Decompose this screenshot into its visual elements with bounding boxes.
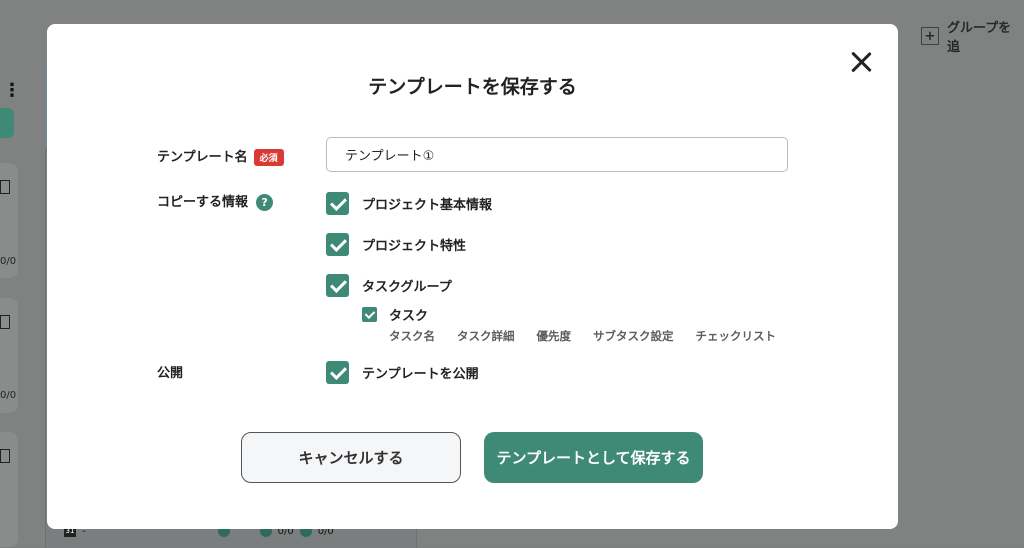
checkbox-project-traits[interactable] <box>326 233 349 256</box>
option-task-label: タスク <box>389 309 429 324</box>
checkbox-task[interactable] <box>362 307 377 322</box>
background-count: 0/0 <box>0 390 17 401</box>
plus-icon: + <box>921 27 939 45</box>
option-publish-label: テンプレートを公開 <box>362 367 479 382</box>
checkbox-project-basic[interactable] <box>326 192 349 215</box>
option-task-group[interactable]: タスクグループ <box>326 274 452 297</box>
trash-icon <box>0 315 10 329</box>
template-name-label-row: テンプレート名 必須 <box>157 146 284 166</box>
help-icon[interactable]: ? <box>256 194 274 211</box>
background-green-tab <box>0 108 14 138</box>
add-group-button[interactable]: + グループを追 <box>921 17 1024 55</box>
background-count: 0/0 <box>0 256 17 267</box>
trash-icon <box>0 449 10 463</box>
checkbox-publish[interactable] <box>326 361 349 384</box>
template-name-label: テンプレート名 <box>157 150 248 165</box>
publish-label: 公開 <box>157 366 184 381</box>
task-subitem: チェックリスト <box>695 329 777 343</box>
option-task[interactable]: タスク <box>362 305 428 324</box>
add-group-label: グループを追 <box>946 21 1012 55</box>
task-subitem: サブタスク設定 <box>593 329 674 343</box>
option-task-group-label: タスクグループ <box>362 280 452 295</box>
save-as-template-button[interactable]: テンプレートとして保存する <box>484 432 703 483</box>
option-project-basic[interactable]: プロジェクト基本情報 <box>326 192 492 215</box>
task-subitems: タスク名 タスク詳細 優先度 サブタスク設定 チェックリスト <box>389 328 776 344</box>
copy-info-label: コピーする情報 <box>157 195 249 210</box>
option-publish[interactable]: テンプレートを公開 <box>326 361 479 384</box>
close-icon[interactable] <box>850 51 872 73</box>
trash-icon <box>0 180 10 194</box>
copy-info-label-row: コピーする情報? <box>157 191 274 211</box>
option-project-basic-label: プロジェクト基本情報 <box>362 198 493 213</box>
required-badge: 必須 <box>253 149 284 166</box>
task-subitem: タスク名 <box>389 329 435 343</box>
task-subitem: タスク詳細 <box>457 329 515 343</box>
option-project-traits[interactable]: プロジェクト特性 <box>326 233 466 256</box>
save-template-dialog: テンプレートを保存する テンプレート名必須 コピーする情報? プロジェクト基本情… <box>47 24 898 529</box>
option-project-traits-label: プロジェクト特性 <box>362 239 467 254</box>
checkbox-task-group[interactable] <box>326 274 349 297</box>
task-subitem: 優先度 <box>536 329 572 343</box>
template-name-input[interactable] <box>326 137 788 172</box>
dialog-title: テンプレートを保存する <box>368 76 577 98</box>
kebab-menu-icon[interactable]: ⋮ <box>3 82 21 100</box>
cancel-button[interactable]: キャンセルする <box>241 432 461 483</box>
